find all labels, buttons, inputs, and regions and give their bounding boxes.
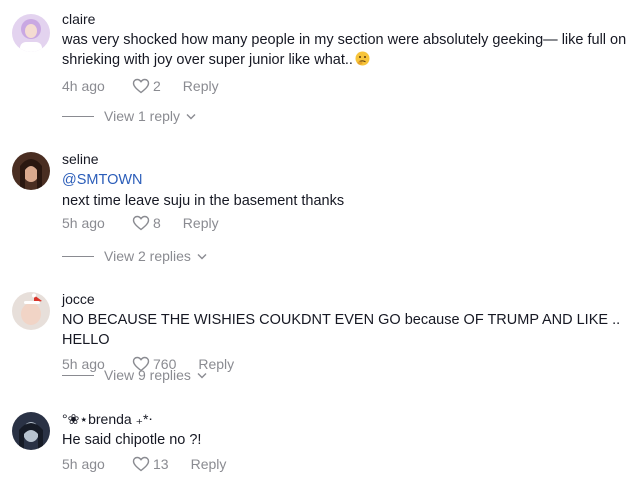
- view-replies-label: View 1 reply: [104, 108, 181, 124]
- comment-meta: 5h ago 13 Reply: [62, 454, 632, 474]
- view-replies-button[interactable]: View 2 replies: [62, 248, 207, 264]
- like-button[interactable]: 2: [132, 78, 161, 94]
- chevron-down-icon: [197, 372, 207, 378]
- mention-link[interactable]: @SMTOWN: [62, 171, 632, 190]
- timestamp: 4h ago: [62, 78, 105, 94]
- reply-button[interactable]: Reply: [183, 78, 219, 94]
- comment-meta: 5h ago 8 Reply: [62, 213, 632, 233]
- timestamp: 5h ago: [62, 456, 105, 472]
- avatar[interactable]: [12, 152, 50, 190]
- divider: [62, 115, 94, 117]
- comment-text: next time leave suju in the basement tha…: [62, 193, 345, 209]
- divider: [62, 374, 94, 376]
- like-button[interactable]: 8: [132, 215, 161, 231]
- heart-outline-icon: [132, 215, 150, 231]
- username[interactable]: jocce: [62, 290, 632, 308]
- chevron-down-icon: [197, 253, 207, 259]
- username[interactable]: seline: [62, 150, 632, 168]
- like-count: 8: [153, 215, 161, 231]
- view-replies-button[interactable]: View 1 reply: [62, 108, 196, 124]
- heart-outline-icon: [132, 78, 150, 94]
- username[interactable]: claire: [62, 10, 632, 28]
- reply-button[interactable]: Reply: [191, 456, 227, 472]
- comment-text: was very shocked how many people in my s…: [62, 30, 632, 72]
- like-count: 2: [153, 78, 161, 94]
- comment-text: He said chipotle no ?!: [62, 432, 202, 448]
- username[interactable]: °❀⋆brenda ₊*⋅: [62, 410, 632, 428]
- comment-meta: 4h ago 2 Reply: [62, 76, 632, 96]
- heart-outline-icon: [132, 456, 150, 472]
- view-replies-label: View 2 replies: [104, 248, 191, 264]
- timestamp: 5h ago: [62, 215, 105, 231]
- divider: [62, 255, 94, 257]
- view-replies-label: View 9 replies: [104, 367, 191, 383]
- avatar[interactable]: [12, 412, 50, 450]
- comment-text: NO BECAUSE THE WISHIES COUKDNT EVEN GO b…: [62, 312, 621, 348]
- like-count: 13: [153, 456, 169, 472]
- chevron-down-icon: [186, 113, 196, 119]
- like-button[interactable]: 13: [132, 456, 169, 472]
- view-replies-button[interactable]: View 9 replies: [62, 367, 207, 383]
- avatar[interactable]: [12, 14, 50, 52]
- avatar[interactable]: [12, 292, 50, 330]
- reply-button[interactable]: Reply: [183, 215, 219, 231]
- thinking-face-emoji-icon: [355, 51, 370, 72]
